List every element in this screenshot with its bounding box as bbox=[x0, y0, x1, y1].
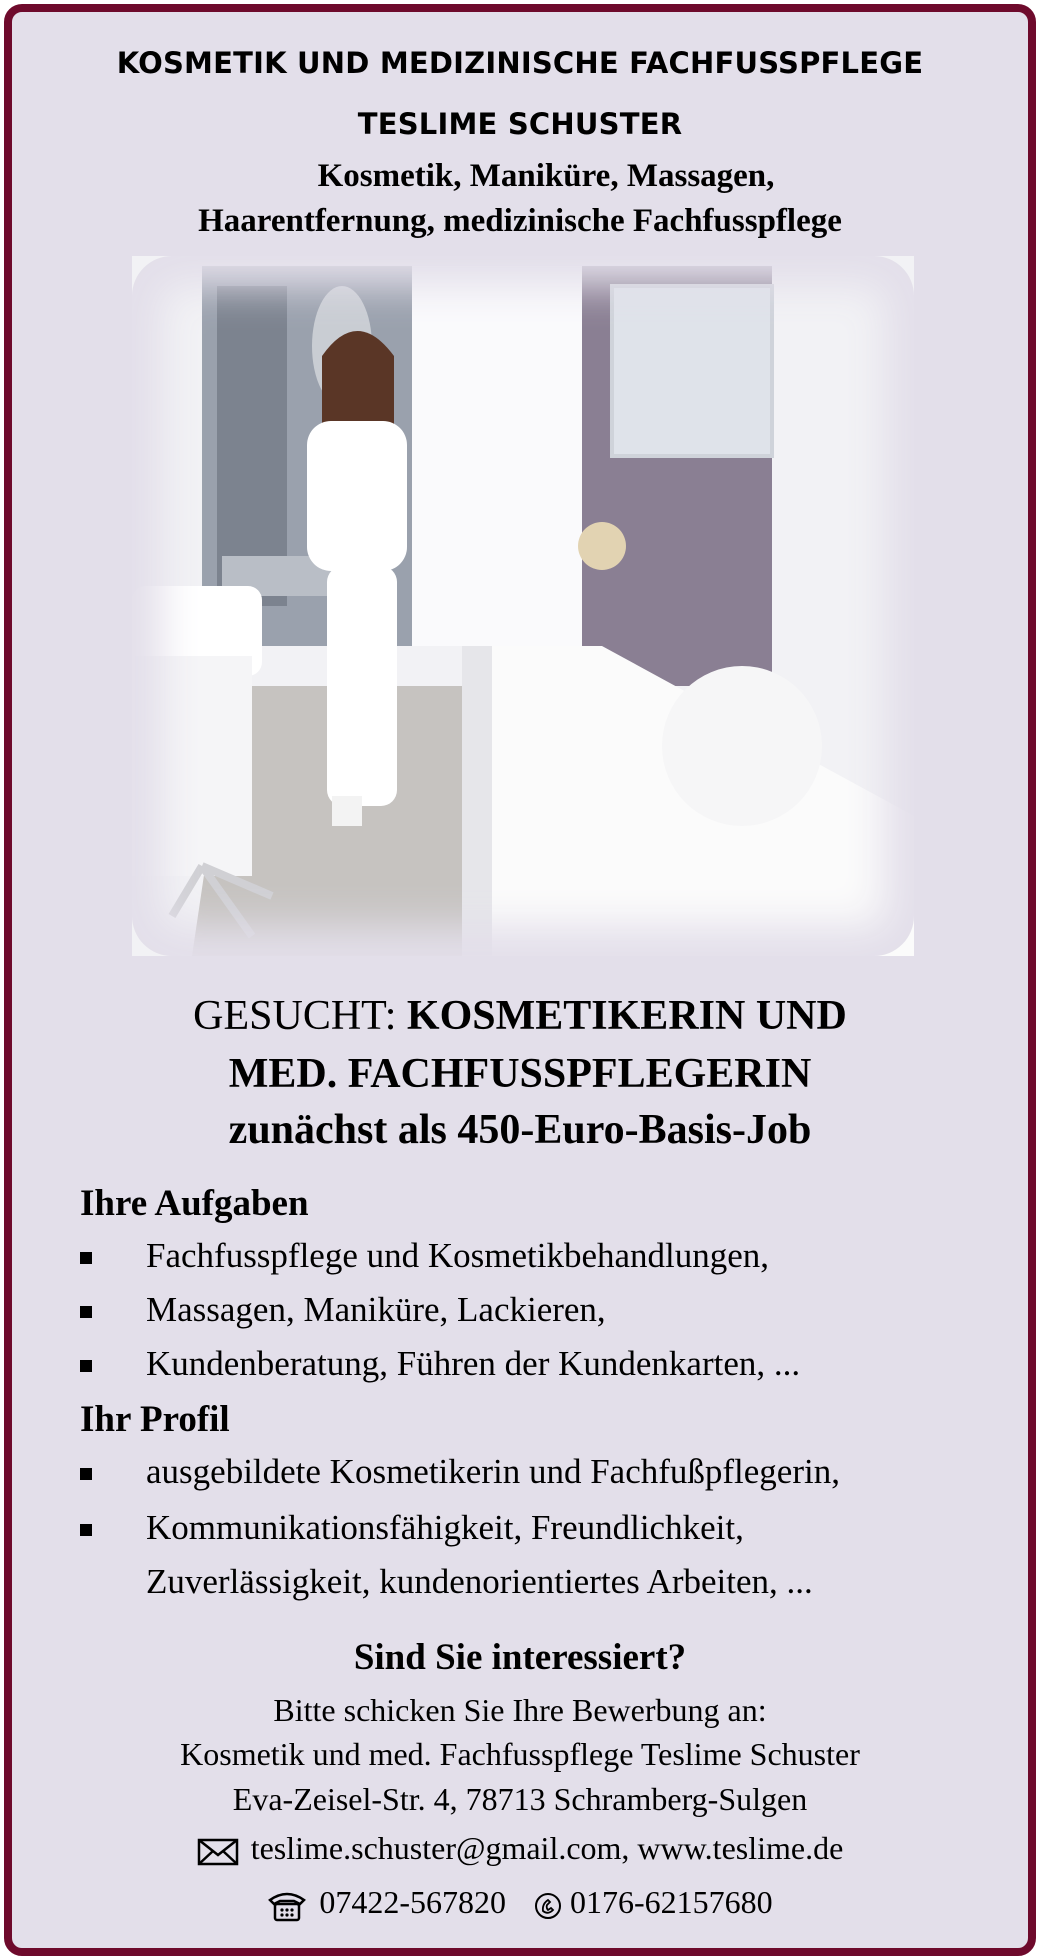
salon-photo bbox=[132, 256, 914, 956]
job-title-line-1: GESUCHT: KOSMETIKERIN UND bbox=[12, 992, 1028, 1040]
flyer-frame: KOSMETIK UND MEDIZINISCHE FACHFUSSPFLEGE… bbox=[4, 4, 1036, 1956]
contact-phones: 07422-567820 0176-62157680 bbox=[12, 1884, 1028, 1922]
email-web-text[interactable]: teslime.schuster@gmail.com, www.teslime.… bbox=[251, 1830, 844, 1866]
business-name: KOSMETIK UND MEDIZINISCHE FACHFUSSPFLEGE bbox=[116, 46, 924, 80]
job-prefix: GESUCHT: bbox=[193, 993, 407, 1039]
list-item-continuation: Zuverlässigkeit, kundenorientiertes Arbe… bbox=[146, 1562, 813, 1601]
profil-heading: Ihr Profil bbox=[80, 1399, 230, 1440]
aufgaben-heading: Ihre Aufgaben bbox=[80, 1183, 309, 1224]
mobile-number[interactable]: 0176-62157680 bbox=[570, 1884, 773, 1920]
telephone-icon bbox=[268, 1892, 307, 1921]
contact-question: Sind Sie interessiert? bbox=[353, 1637, 687, 1678]
job-title-line-2: MED. FACHFUSSPFLEGERIN bbox=[228, 1051, 812, 1097]
envelope-icon bbox=[197, 1838, 238, 1865]
contact-prompt: Bitte schicken Sie Ihre Bewerbung an: bbox=[273, 1692, 767, 1728]
mobile-phone-icon bbox=[535, 1892, 561, 1919]
job-title-part-1: KOSMETIKERIN UND bbox=[406, 993, 847, 1039]
job-title-line-3: zunächst als 450-Euro-Basis-Job bbox=[228, 1107, 812, 1153]
contact-company: Kosmetik und med. Fachfusspflege Teslime… bbox=[180, 1736, 860, 1772]
services-line-1: Kosmetik, Maniküre, Massagen, bbox=[317, 158, 775, 194]
contact-address: Eva-Zeisel-Str. 4, 78713 Schramberg-Sulg… bbox=[232, 1781, 808, 1817]
services-line-2: Haarentfernung, medizinische Fachfusspfl… bbox=[198, 203, 842, 239]
owner-name: TESLIME SCHUSTER bbox=[357, 107, 683, 141]
contact-email-web: teslime.schuster@gmail.com, www.teslime.… bbox=[12, 1830, 1028, 1867]
phone-number[interactable]: 07422-567820 bbox=[319, 1884, 506, 1920]
